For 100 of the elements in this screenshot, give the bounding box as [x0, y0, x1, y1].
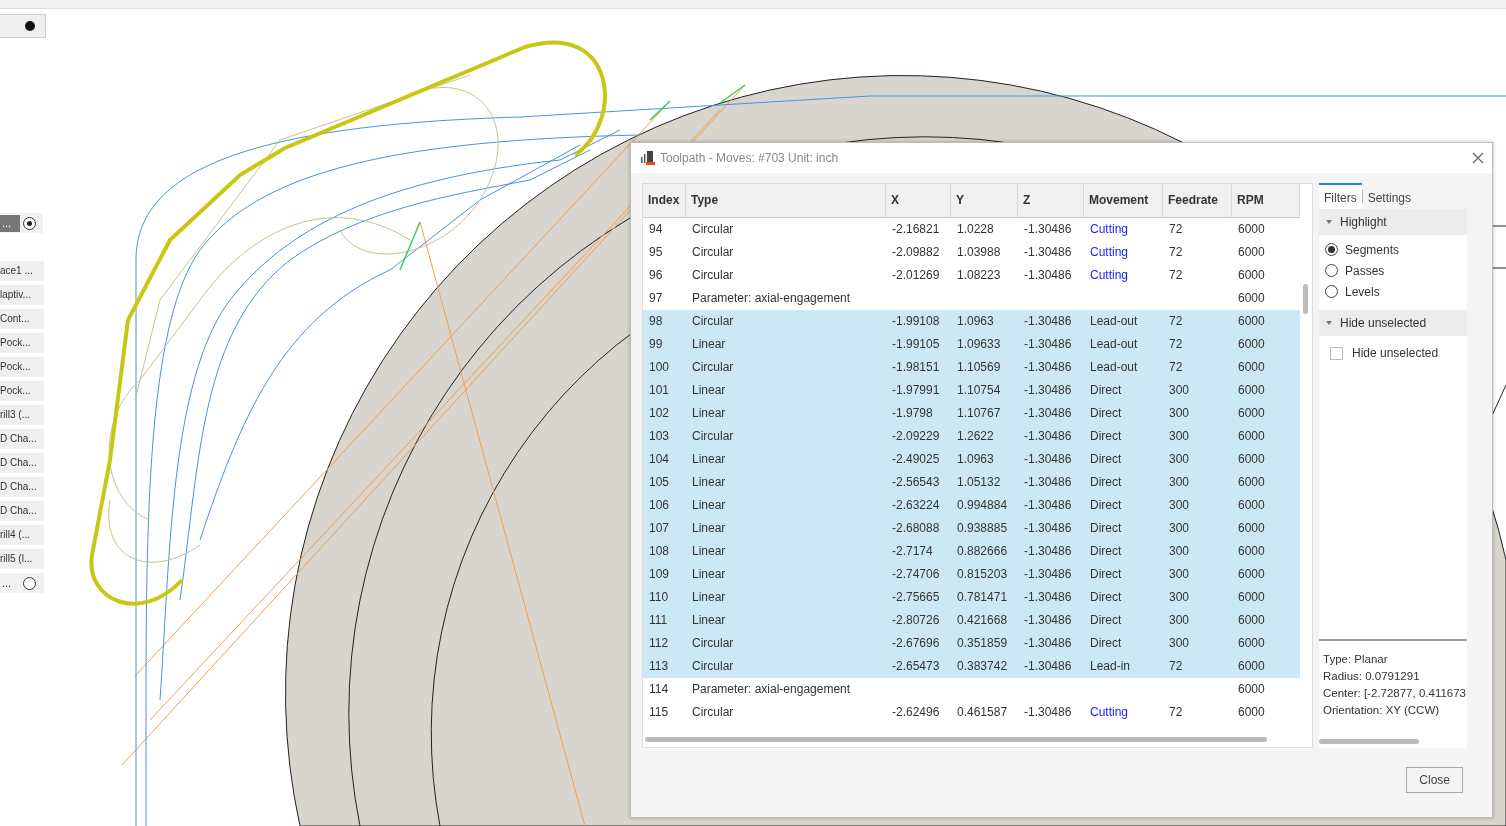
table-cell-text: 111: [648, 612, 669, 629]
table-row[interactable]: 109 Linear -2.74706 0.815203 -1.30486 Direct 300 6000: [643, 563, 1300, 586]
table-row[interactable]: 110 Linear -2.75665 0.781471 -1.30486 Direct 300 6000: [643, 586, 1300, 609]
table-row[interactable]: 98 Circular -1.99108 1.0963 -1.30486 Lead-out 72 6000: [643, 310, 1300, 333]
table-cell-text: Linear: [691, 336, 727, 353]
checkbox[interactable]: [1330, 346, 1343, 360]
table-cell-text: Direct: [1089, 451, 1123, 468]
operation-item[interactable]: Pock...: [0, 333, 44, 353]
table-cell-text: 300: [1168, 612, 1191, 629]
table-row[interactable]: 114 Parameter: axial-engagement 6000: [643, 678, 1300, 701]
column-header[interactable]: Index: [643, 184, 686, 217]
column-header[interactable]: Z: [1018, 184, 1084, 217]
operation-item[interactable]: D Cha...: [0, 453, 44, 473]
radio-button[interactable]: [23, 216, 36, 230]
column-header[interactable]: Y: [951, 184, 1018, 217]
table-cell-text: Lead-in: [1089, 658, 1132, 675]
caret-icon: [1326, 321, 1332, 325]
table-cell-text: 300: [1168, 405, 1191, 422]
tab[interactable]: Filters: [1319, 183, 1362, 209]
operation-chip[interactable]: ...: [0, 214, 20, 232]
table-row[interactable]: 96 Circular -2.01269 1.08223 -1.30486 Cutting 72 6000: [643, 264, 1300, 287]
table-row[interactable]: 99 Linear -1.99105 1.09633 -1.30486 Lead-out 72 6000: [643, 333, 1300, 356]
table-cell-text: Linear: [691, 451, 727, 468]
column-header[interactable]: Movement: [1084, 184, 1163, 217]
column-header[interactable]: X: [886, 184, 951, 217]
radio-button[interactable]: [23, 576, 36, 590]
table-cell-text: 115: [648, 704, 670, 721]
section-header[interactable]: Hide unselected: [1319, 310, 1467, 336]
table-row[interactable]: 95 Circular -2.09882 1.03988 -1.30486 Cutting 72 6000: [643, 241, 1300, 264]
close-icon[interactable]: [1472, 152, 1484, 164]
column-header[interactable]: Type: [686, 184, 886, 217]
table-cell-text: 0.461587: [956, 704, 1009, 721]
table-row[interactable]: 108 Linear -2.7174 0.882666 -1.30486 Direct 300 6000: [643, 540, 1300, 563]
operation-item[interactable]: ace1 ...: [0, 261, 44, 281]
table-row[interactable]: 113 Circular -2.65473 0.383742 -1.30486 Lead-in 72 6000: [643, 655, 1300, 678]
table-row[interactable]: 106 Linear -2.63224 0.994884 -1.30486 Direct 300 6000: [643, 494, 1300, 517]
table-row[interactable]: 102 Linear -1.9798 1.10767 -1.30486 Direct 300 6000: [643, 402, 1300, 425]
table-row[interactable]: 104 Linear -2.49025 1.0963 -1.30486 Direct 300 6000: [643, 448, 1300, 471]
table-cell-text: 72: [1168, 359, 1184, 376]
table-cell-text: Lead-out: [1089, 359, 1139, 376]
table-cell-text: Parameter: axial-engagement: [691, 290, 852, 307]
scrollbar-thumb[interactable]: [1303, 284, 1308, 314]
table-cell-text: 110: [648, 589, 670, 606]
table-cell-text: -1.30486: [1023, 612, 1073, 629]
column-header[interactable]: Feedrate: [1163, 184, 1232, 217]
table-cell-text: 0.882666: [956, 543, 1009, 560]
table-row[interactable]: 101 Linear -1.97991 1.10754 -1.30486 Direct 300 6000: [643, 379, 1300, 402]
table-cell-text: 300: [1168, 520, 1191, 537]
table-row[interactable]: 100 Circular -1.98151 1.10569 -1.30486 Lead-out 72 6000: [643, 356, 1300, 379]
operation-item[interactable]: rill4 (...: [0, 525, 44, 545]
table-cell-text: 6000: [1237, 520, 1266, 537]
collapse-button[interactable]: [0, 14, 46, 38]
tab[interactable]: Settings: [1362, 183, 1417, 209]
operation-item[interactable]: Pock...: [0, 381, 44, 401]
table-cell-text: 1.10569: [956, 359, 1002, 376]
table-cell-text: Direct: [1089, 520, 1123, 537]
operation-item[interactable]: D Cha...: [0, 477, 44, 497]
caret-icon: [1326, 220, 1332, 224]
table-cell-text: 6000: [1237, 267, 1266, 284]
table-cell-text: 0.383742: [956, 658, 1009, 675]
table-cell-text: -1.30486: [1023, 589, 1073, 606]
operation-item[interactable]: laptiv...: [0, 285, 44, 305]
scrollbar-thumb[interactable]: [1319, 739, 1419, 744]
table-cell-text: 72: [1168, 658, 1184, 675]
section-header[interactable]: Highlight: [1319, 209, 1467, 235]
table-cell-text: Linear: [691, 612, 727, 629]
close-button[interactable]: Close: [1406, 767, 1463, 793]
column-header[interactable]: RPM: [1232, 184, 1300, 217]
table-cell-text: 6000: [1237, 543, 1266, 560]
table-cell-text: -2.75665: [891, 589, 941, 606]
operation-item[interactable]: D Cha...: [0, 429, 44, 449]
table-cell-text: -2.80726: [891, 612, 941, 629]
operation-item[interactable]: Pock...: [0, 357, 44, 377]
table-cell-text: Circular: [691, 635, 735, 652]
operation-item[interactable]: Cont...: [0, 309, 44, 329]
table-cell-text: -2.09882: [891, 244, 941, 261]
table-cell-text: Circular: [691, 704, 735, 721]
table-row[interactable]: 115 Circular -2.62496 0.461587 -1.30486 Cutting 72 6000: [643, 701, 1300, 724]
table-row[interactable]: 111 Linear -2.80726 0.421668 -1.30486 Direct 300 6000: [643, 609, 1300, 632]
scrollbar-thumb[interactable]: [645, 737, 1267, 742]
operation-item[interactable]: rill5 (l...: [0, 549, 44, 569]
table-cell-text: 6000: [1237, 336, 1266, 353]
table-cell-text: -1.98151: [891, 359, 941, 376]
table-cell-text: 1.0228: [956, 221, 995, 238]
table-row[interactable]: 103 Circular -2.09229 1.2622 -1.30486 Direct 300 6000: [643, 425, 1300, 448]
table-cell-text: -2.74706: [891, 566, 941, 583]
table-row[interactable]: 97 Parameter: axial-engagement 6000: [643, 287, 1300, 310]
table-row[interactable]: 112 Circular -2.67696 0.351859 -1.30486 Direct 300 6000: [643, 632, 1300, 655]
table-cell-text: -1.30486: [1023, 497, 1073, 514]
table-cell-text: 72: [1168, 267, 1184, 284]
table-cell-text: 0.815203: [956, 566, 1009, 583]
table-cell-text: 6000: [1237, 359, 1266, 376]
table-row[interactable]: 94 Circular -2.16821 1.0228 -1.30486 Cutting 72 6000: [643, 218, 1300, 241]
operation-item[interactable]: rill3 (...: [0, 405, 44, 425]
table-cell-text: Cutting: [1089, 267, 1130, 284]
operation-item[interactable]: D Cha...: [0, 501, 44, 521]
table-cell-text: 0.351859: [956, 635, 1009, 652]
table-row[interactable]: 105 Linear -2.56543 1.05132 -1.30486 Direct 300 6000: [643, 471, 1300, 494]
table-cell-text: 6000: [1237, 244, 1266, 261]
table-row[interactable]: 107 Linear -2.68088 0.938885 -1.30486 Direct 300 6000: [643, 517, 1300, 540]
